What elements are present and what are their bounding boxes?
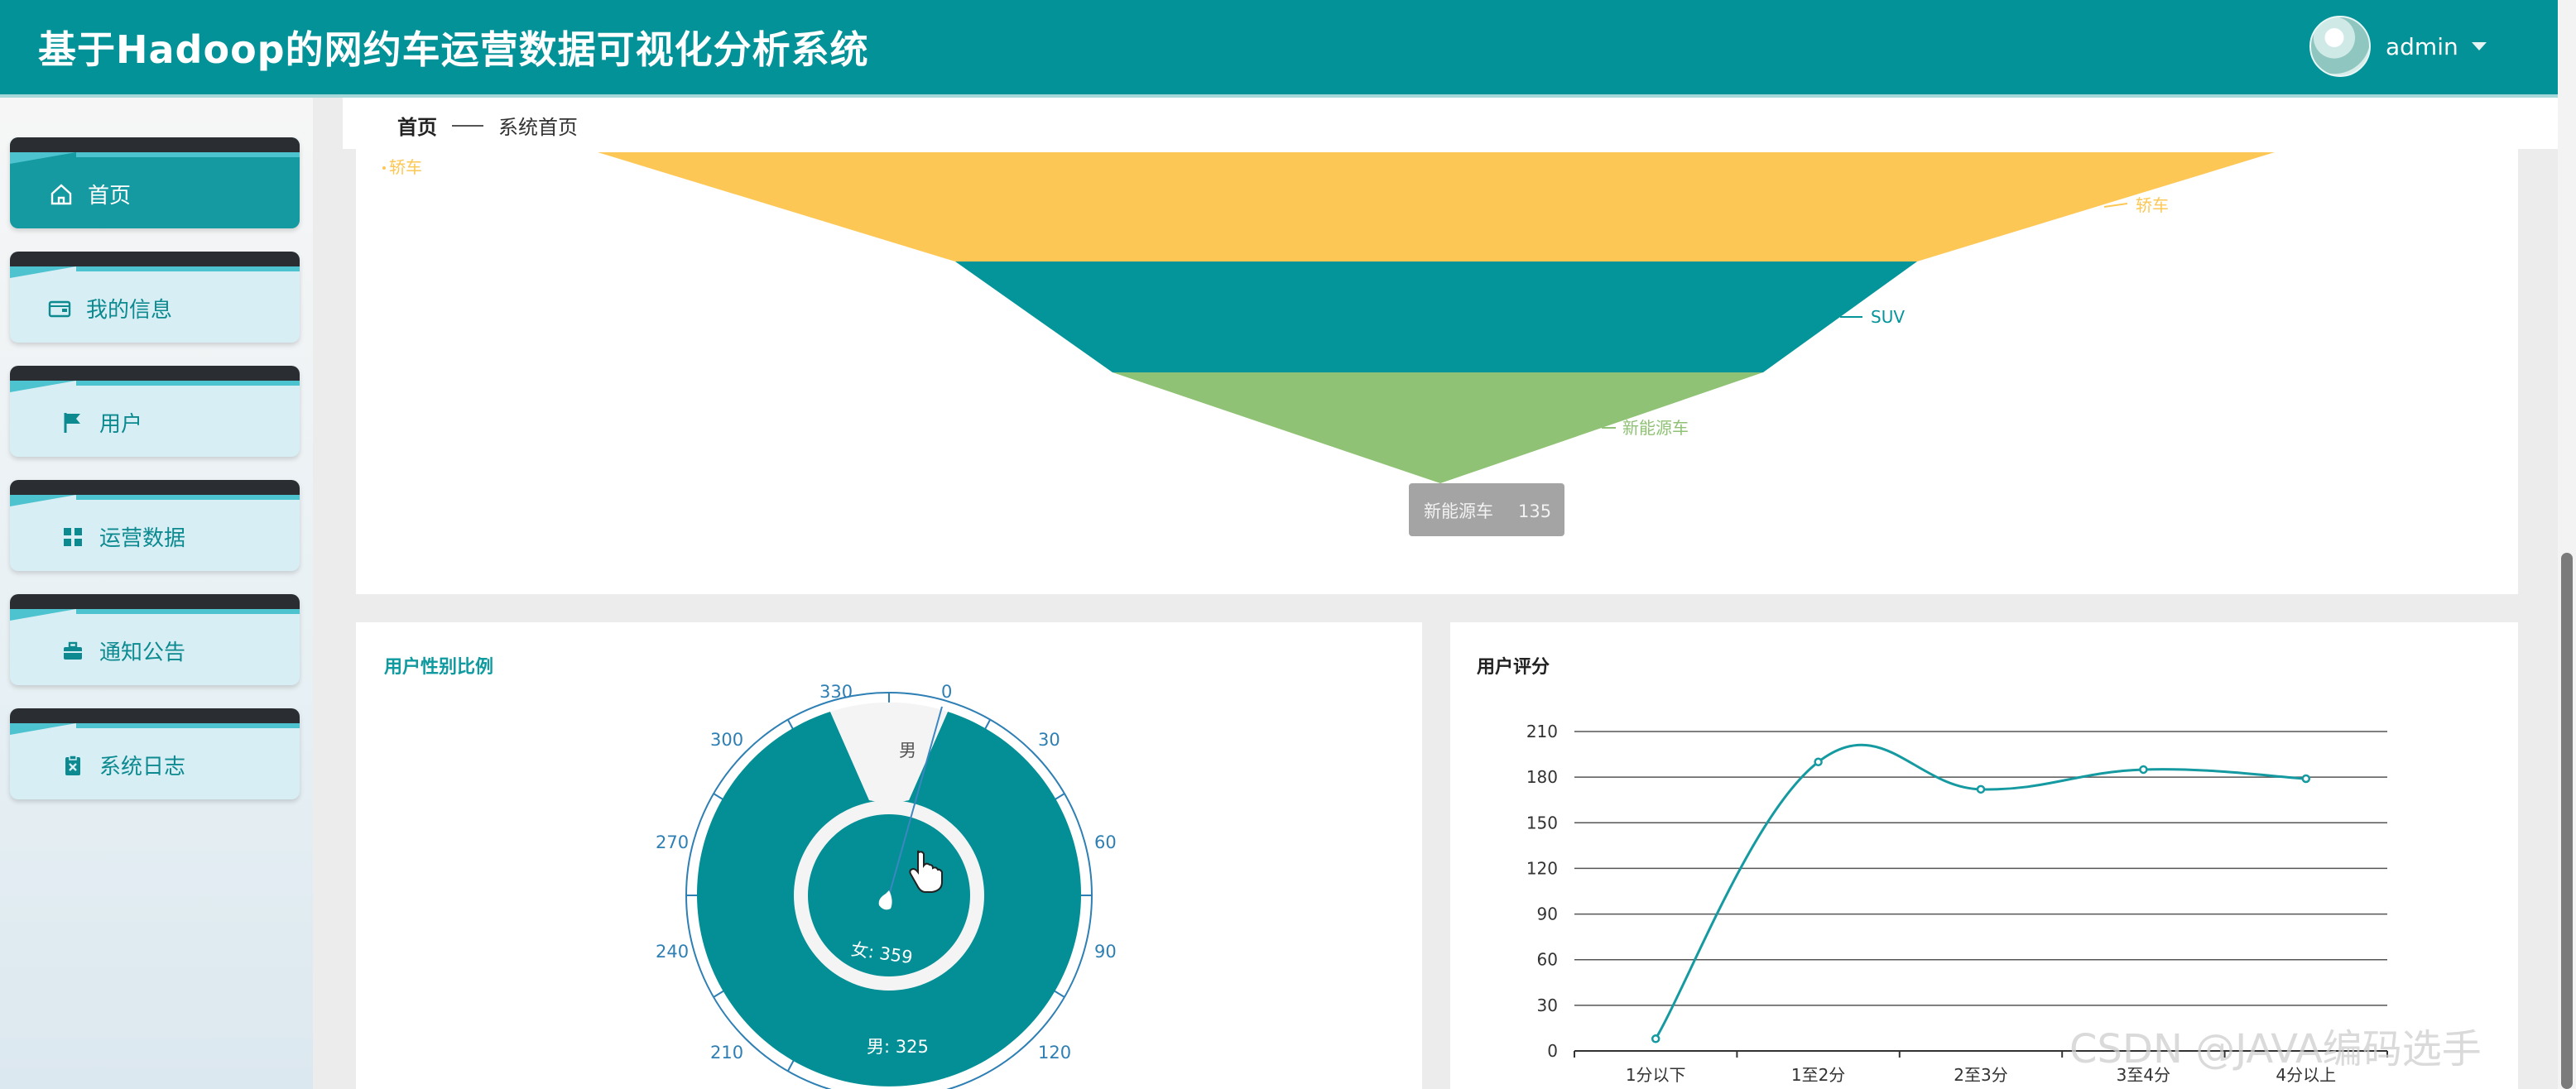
breadcrumb-bar: 首页 系统首页 [343, 98, 2558, 149]
y-tick-label: 210 [1526, 722, 1558, 741]
nav-item-content: 用户 [61, 407, 142, 438]
sidebar-item-label: 我的信息 [86, 298, 173, 323]
svg-text:330: 330 [819, 682, 853, 702]
nav-item-accent [10, 723, 76, 735]
funnel-legend-label: 轿车 [389, 157, 422, 177]
funnel-segment-sedan[interactable] [598, 152, 2275, 261]
sidebar-item-label: 用户 [99, 412, 143, 437]
y-tick-label: 60 [1537, 950, 1558, 970]
x-tick-label: 1分以下 [1626, 1065, 1686, 1085]
nav-item-accent [10, 152, 76, 164]
nav-item-top-band [10, 252, 300, 266]
svg-text:210: 210 [710, 1043, 743, 1063]
nav-item-top-band [10, 594, 300, 609]
sidebar-item-label: 通知公告 [99, 640, 186, 665]
vehicle-type-funnel-panel: 轿车 轿车 SUV 新能源车 新能源车 135 [356, 149, 2518, 594]
csdn-watermark: CSDN @JAVA编码选手 [2069, 1026, 2482, 1072]
sidebar-item-home[interactable]: 首页 [10, 137, 300, 228]
avatar[interactable] [2309, 16, 2371, 77]
nav-item-top-band [10, 708, 300, 723]
svg-text:0: 0 [941, 682, 952, 702]
nav-item-content: 首页 [50, 179, 131, 209]
sidebar: 首页 我的信息 用户 运营数据 通知公告 系统日志 [0, 98, 313, 1089]
nav-item-accent-strip [76, 723, 300, 728]
nav-item-accent-strip [76, 381, 300, 386]
funnel-segment-suv[interactable] [955, 261, 1917, 372]
breadcrumb-home-link[interactable]: 首页 [397, 111, 437, 140]
nav-item-accent-strip [76, 152, 300, 157]
x-tick-label: 2至3分 [1954, 1065, 2007, 1085]
briefcase-icon [61, 640, 84, 663]
nav-item-accent-strip [76, 609, 300, 614]
rating-data-point [2301, 774, 2311, 784]
chevron-down-icon[interactable] [2471, 42, 2487, 50]
nav-item-top-band [10, 480, 300, 495]
sidebar-item-system-log[interactable]: 系统日志 [10, 708, 300, 799]
nav-item-content: 通知公告 [61, 636, 185, 666]
sidebar-item-label: 首页 [88, 184, 132, 209]
grid-icon [61, 525, 84, 549]
user-menu[interactable]: admin [2309, 16, 2487, 77]
nav-item-accent [10, 609, 76, 621]
svg-text:60: 60 [1094, 832, 1117, 852]
sidebar-item-operation-data[interactable]: 运营数据 [10, 480, 300, 571]
rating-data-point [1651, 1034, 1660, 1043]
wallet-icon [48, 297, 71, 320]
svg-text:90: 90 [1094, 942, 1117, 962]
rating-data-point [2139, 765, 2148, 775]
breadcrumb-separator [452, 124, 483, 127]
nav-item-content: 系统日志 [61, 750, 185, 780]
y-tick-label: 120 [1526, 858, 1558, 878]
page-scrollbar-thumb[interactable] [2561, 553, 2573, 1089]
home-icon [50, 183, 73, 206]
funnel-label-sedan: 轿车 [2136, 195, 2169, 215]
flag-icon [61, 411, 84, 434]
funnel-label-suv: SUV [1871, 307, 1905, 327]
sidebar-item-notices[interactable]: 通知公告 [10, 594, 300, 685]
rating-data-point [1976, 784, 1986, 794]
nav-item-top-band [10, 366, 300, 381]
svg-text:30: 30 [1038, 730, 1060, 750]
gauge-male-bottom-label: 男: 325 [867, 1037, 929, 1057]
svg-text:270: 270 [656, 832, 689, 852]
gender-gauge-chart: 0 30 60 90 120 210 240 270 300 330 男 女: … [656, 682, 1117, 1089]
sidebar-item-label: 运营数据 [99, 526, 186, 551]
funnel-label-ev: 新能源车 [1622, 418, 1689, 438]
nav-item-accent [10, 266, 76, 278]
sidebar-item-label: 系统日志 [99, 755, 186, 780]
sidebar-item-users[interactable]: 用户 [10, 366, 300, 457]
y-tick-label: 150 [1526, 813, 1558, 832]
funnel-tooltip-name: 新能源车 [1424, 501, 1493, 521]
rating-data-point [1814, 757, 1823, 767]
x-tick-label: 1至2分 [1791, 1065, 1845, 1085]
funnel-tooltip-value: 135 [1518, 501, 1551, 521]
nav-item-content: 我的信息 [48, 293, 172, 324]
top-header: 基于Hadoop的网约车运营数据可视化分析系统 admin [0, 0, 2558, 98]
gauge-male-top-label: 男 [899, 741, 916, 760]
nav-item-accent-strip [76, 495, 300, 500]
svg-text:240: 240 [656, 942, 689, 962]
svg-text:300: 300 [710, 730, 743, 750]
nav-item-content: 运营数据 [61, 521, 185, 552]
funnel-leader-line [2103, 203, 2128, 208]
gender-ratio-panel: 用户性别比例 0 30 60 90 120 210 240 270 300 33… [356, 622, 1422, 1089]
funnel-chart: 轿车 轿车 SUV 新能源车 新能源车 135 [382, 152, 2275, 536]
sidebar-item-my-info[interactable]: 我的信息 [10, 252, 300, 343]
breadcrumb: 首页 系统首页 [397, 111, 578, 140]
y-tick-label: 180 [1526, 767, 1558, 787]
clipboard-icon [61, 754, 84, 777]
funnel-legend-dot [382, 166, 386, 170]
nav-item-top-band [10, 137, 300, 152]
y-tick-label: 90 [1537, 904, 1558, 924]
app-title: 基于Hadoop的网约车运营数据可视化分析系统 [38, 27, 869, 72]
svg-text:120: 120 [1038, 1043, 1071, 1063]
y-tick-label: 0 [1547, 1041, 1558, 1061]
nav-item-accent-strip [76, 266, 300, 271]
nav-item-accent [10, 381, 76, 392]
username-label[interactable]: admin [2386, 33, 2458, 60]
breadcrumb-current: 系统首页 [498, 116, 578, 139]
y-tick-label: 30 [1537, 995, 1558, 1015]
nav-item-accent [10, 495, 76, 506]
